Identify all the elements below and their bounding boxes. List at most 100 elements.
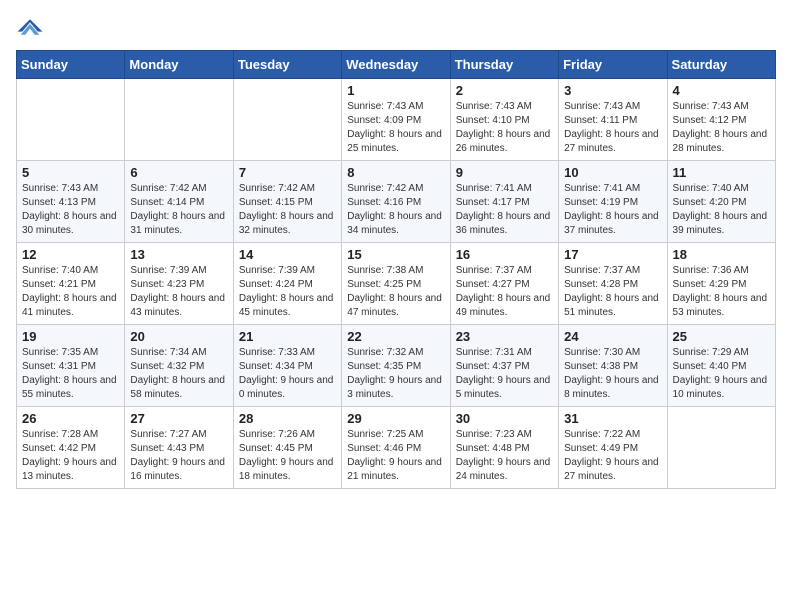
day-number: 17	[564, 247, 661, 262]
day-info: Sunrise: 7:40 AM Sunset: 4:21 PM Dayligh…	[22, 264, 119, 320]
day-info: Sunrise: 7:26 AM Sunset: 4:45 PM Dayligh…	[239, 428, 336, 484]
calendar-cell: 18 Sunrise: 7:36 AM Sunset: 4:29 PM Dayli…	[667, 243, 775, 325]
calendar-cell: 4 Sunrise: 7:43 AM Sunset: 4:12 PM Daylig…	[667, 79, 775, 161]
calendar-week-5: 26 Sunrise: 7:28 AM Sunset: 4:42 PM Dayli…	[17, 407, 776, 489]
day-info: Sunrise: 7:34 AM Sunset: 4:32 PM Dayligh…	[130, 346, 227, 402]
weekday-header-thursday: Thursday	[450, 51, 558, 79]
day-number: 9	[456, 165, 553, 180]
calendar-cell: 12 Sunrise: 7:40 AM Sunset: 4:21 PM Dayli…	[17, 243, 125, 325]
calendar-cell: 24 Sunrise: 7:30 AM Sunset: 4:38 PM Dayli…	[559, 325, 667, 407]
day-info: Sunrise: 7:28 AM Sunset: 4:42 PM Dayligh…	[22, 428, 119, 484]
day-number: 2	[456, 83, 553, 98]
calendar-cell: 1 Sunrise: 7:43 AM Sunset: 4:09 PM Daylig…	[342, 79, 450, 161]
day-info: Sunrise: 7:31 AM Sunset: 4:37 PM Dayligh…	[456, 346, 553, 402]
day-info: Sunrise: 7:30 AM Sunset: 4:38 PM Dayligh…	[564, 346, 661, 402]
day-info: Sunrise: 7:38 AM Sunset: 4:25 PM Dayligh…	[347, 264, 444, 320]
day-number: 18	[673, 247, 770, 262]
calendar-cell: 26 Sunrise: 7:28 AM Sunset: 4:42 PM Dayli…	[17, 407, 125, 489]
day-number: 11	[673, 165, 770, 180]
calendar-cell: 5 Sunrise: 7:43 AM Sunset: 4:13 PM Daylig…	[17, 161, 125, 243]
day-number: 27	[130, 411, 227, 426]
day-number: 28	[239, 411, 336, 426]
day-info: Sunrise: 7:32 AM Sunset: 4:35 PM Dayligh…	[347, 346, 444, 402]
day-info: Sunrise: 7:43 AM Sunset: 4:11 PM Dayligh…	[564, 100, 661, 156]
calendar-cell: 7 Sunrise: 7:42 AM Sunset: 4:15 PM Daylig…	[233, 161, 341, 243]
day-number: 7	[239, 165, 336, 180]
calendar-cell: 29Sunrise: 7:25 AM Sunset: 4:46 PM Dayli…	[342, 407, 450, 489]
calendar-week-4: 19 Sunrise: 7:35 AM Sunset: 4:31 PM Dayli…	[17, 325, 776, 407]
day-info: Sunrise: 7:27 AM Sunset: 4:43 PM Dayligh…	[130, 428, 227, 484]
day-number: 1	[347, 83, 444, 98]
day-number: 5	[22, 165, 119, 180]
day-number: 24	[564, 329, 661, 344]
weekday-header-saturday: Saturday	[667, 51, 775, 79]
calendar-cell: 19 Sunrise: 7:35 AM Sunset: 4:31 PM Dayli…	[17, 325, 125, 407]
day-info: Sunrise: 7:43 AM Sunset: 4:12 PM Dayligh…	[673, 100, 770, 156]
calendar-week-1: 1 Sunrise: 7:43 AM Sunset: 4:09 PM Daylig…	[17, 79, 776, 161]
day-number: 21	[239, 329, 336, 344]
calendar-cell: 23 Sunrise: 7:31 AM Sunset: 4:37 PM Dayli…	[450, 325, 558, 407]
day-info: Sunrise: 7:23 AM Sunset: 4:48 PM Dayligh…	[456, 428, 553, 484]
day-number: 20	[130, 329, 227, 344]
calendar-cell: 15 Sunrise: 7:38 AM Sunset: 4:25 PM Dayli…	[342, 243, 450, 325]
calendar-cell: 31Sunrise: 7:22 AM Sunset: 4:49 PM Dayli…	[559, 407, 667, 489]
day-number: 22	[347, 329, 444, 344]
calendar-week-2: 5 Sunrise: 7:43 AM Sunset: 4:13 PM Daylig…	[17, 161, 776, 243]
day-number: 16	[456, 247, 553, 262]
calendar-cell	[667, 407, 775, 489]
day-number: 12	[22, 247, 119, 262]
calendar-cell: 13 Sunrise: 7:39 AM Sunset: 4:23 PM Dayli…	[125, 243, 233, 325]
weekday-header-sunday: Sunday	[17, 51, 125, 79]
calendar-cell: 21 Sunrise: 7:33 AM Sunset: 4:34 PM Dayli…	[233, 325, 341, 407]
logo	[16, 16, 48, 38]
generalblue-logo-icon	[16, 16, 44, 38]
calendar-cell: 10Sunrise: 7:41 AM Sunset: 4:19 PM Dayli…	[559, 161, 667, 243]
calendar-table: SundayMondayTuesdayWednesdayThursdayFrid…	[16, 50, 776, 489]
day-info: Sunrise: 7:37 AM Sunset: 4:28 PM Dayligh…	[564, 264, 661, 320]
day-info: Sunrise: 7:36 AM Sunset: 4:29 PM Dayligh…	[673, 264, 770, 320]
day-info: Sunrise: 7:33 AM Sunset: 4:34 PM Dayligh…	[239, 346, 336, 402]
day-number: 29	[347, 411, 444, 426]
day-info: Sunrise: 7:37 AM Sunset: 4:27 PM Dayligh…	[456, 264, 553, 320]
day-number: 23	[456, 329, 553, 344]
day-info: Sunrise: 7:40 AM Sunset: 4:20 PM Dayligh…	[673, 182, 770, 238]
calendar-cell: 30 Sunrise: 7:23 AM Sunset: 4:48 PM Dayli…	[450, 407, 558, 489]
page-header	[16, 16, 776, 38]
day-number: 19	[22, 329, 119, 344]
day-number: 31	[564, 411, 661, 426]
day-info: Sunrise: 7:35 AM Sunset: 4:31 PM Dayligh…	[22, 346, 119, 402]
calendar-cell: 27 Sunrise: 7:27 AM Sunset: 4:43 PM Dayli…	[125, 407, 233, 489]
calendar-cell: 25Sunrise: 7:29 AM Sunset: 4:40 PM Dayli…	[667, 325, 775, 407]
calendar-cell: 20 Sunrise: 7:34 AM Sunset: 4:32 PM Dayli…	[125, 325, 233, 407]
calendar-cell: 2 Sunrise: 7:43 AM Sunset: 4:10 PM Daylig…	[450, 79, 558, 161]
calendar-cell	[125, 79, 233, 161]
calendar-cell: 14Sunrise: 7:39 AM Sunset: 4:24 PM Dayli…	[233, 243, 341, 325]
day-number: 10	[564, 165, 661, 180]
calendar-cell: 16 Sunrise: 7:37 AM Sunset: 4:27 PM Dayli…	[450, 243, 558, 325]
day-number: 13	[130, 247, 227, 262]
day-info: Sunrise: 7:43 AM Sunset: 4:09 PM Dayligh…	[347, 100, 444, 156]
calendar-cell: 17 Sunrise: 7:37 AM Sunset: 4:28 PM Dayli…	[559, 243, 667, 325]
day-number: 30	[456, 411, 553, 426]
day-info: Sunrise: 7:43 AM Sunset: 4:10 PM Dayligh…	[456, 100, 553, 156]
day-info: Sunrise: 7:42 AM Sunset: 4:15 PM Dayligh…	[239, 182, 336, 238]
day-number: 15	[347, 247, 444, 262]
calendar-cell: 9 Sunrise: 7:41 AM Sunset: 4:17 PM Daylig…	[450, 161, 558, 243]
calendar-cell	[233, 79, 341, 161]
day-number: 6	[130, 165, 227, 180]
weekday-header-monday: Monday	[125, 51, 233, 79]
calendar-cell: 8Sunrise: 7:42 AM Sunset: 4:16 PM Daylig…	[342, 161, 450, 243]
weekday-header-friday: Friday	[559, 51, 667, 79]
day-info: Sunrise: 7:42 AM Sunset: 4:14 PM Dayligh…	[130, 182, 227, 238]
calendar-cell: 6 Sunrise: 7:42 AM Sunset: 4:14 PM Daylig…	[125, 161, 233, 243]
day-number: 8	[347, 165, 444, 180]
day-number: 4	[673, 83, 770, 98]
day-info: Sunrise: 7:43 AM Sunset: 4:13 PM Dayligh…	[22, 182, 119, 238]
calendar-cell	[17, 79, 125, 161]
day-info: Sunrise: 7:29 AM Sunset: 4:40 PM Dayligh…	[673, 346, 770, 402]
day-info: Sunrise: 7:41 AM Sunset: 4:17 PM Dayligh…	[456, 182, 553, 238]
day-number: 26	[22, 411, 119, 426]
day-info: Sunrise: 7:39 AM Sunset: 4:23 PM Dayligh…	[130, 264, 227, 320]
calendar-cell: 28 Sunrise: 7:26 AM Sunset: 4:45 PM Dayli…	[233, 407, 341, 489]
calendar-week-3: 12 Sunrise: 7:40 AM Sunset: 4:21 PM Dayli…	[17, 243, 776, 325]
